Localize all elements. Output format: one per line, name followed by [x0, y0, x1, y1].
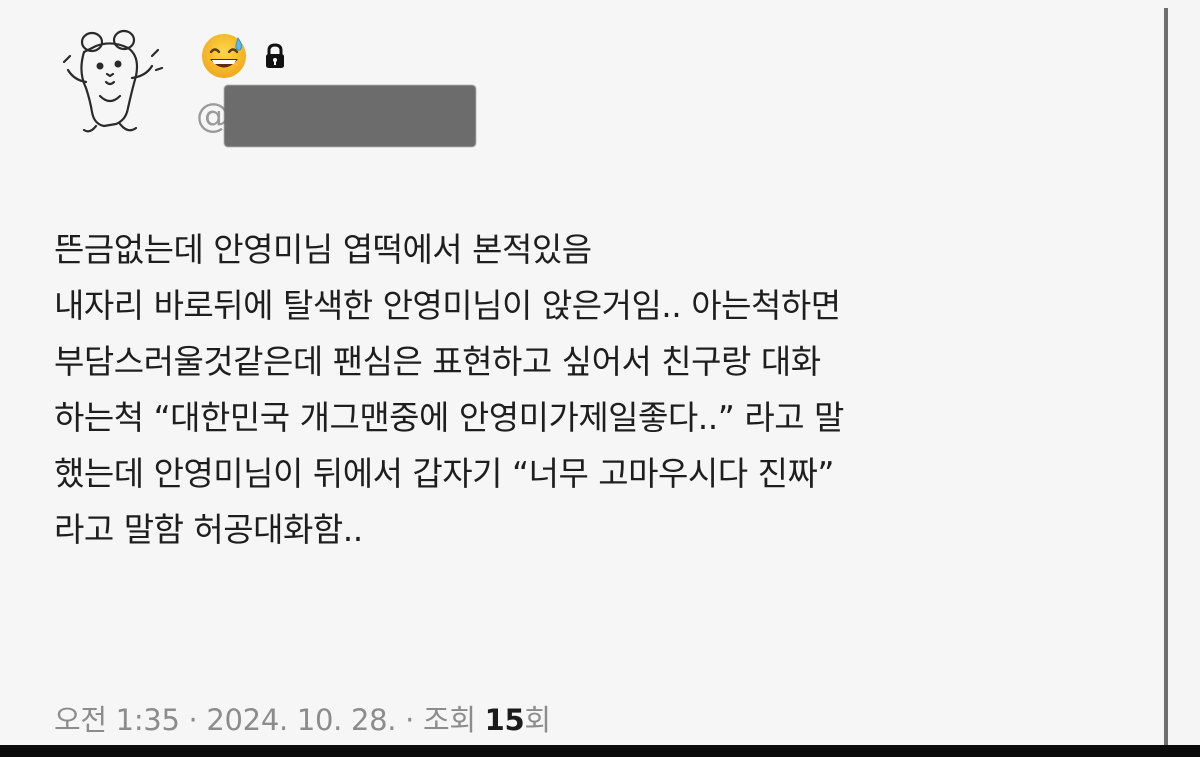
- grinning-sweat-emoji-icon: [202, 34, 246, 78]
- handle-redaction-block: [224, 85, 476, 147]
- post-line: 뜬금없는데 안영미님 엽떡에서 본적있음: [54, 230, 592, 269]
- bottom-edge-bar: [0, 745, 1200, 757]
- profile-handle-row: @: [196, 84, 476, 148]
- right-edge-border: [1164, 8, 1168, 748]
- post-meta: 오전 1:35 · 2024. 10. 28. · 조회 15회: [54, 697, 551, 739]
- post-line: 하는척 “대한민국 개그맨중에 안영미가제일좋다..” 라고 말: [54, 398, 844, 437]
- post-card: @ 뜬금없는데 안영미님 엽떡에서 본적있음 내자리 바로뒤에 탈색한 안영미님…: [0, 0, 1168, 745]
- profile-name-row: [200, 26, 286, 86]
- hamster-sketch-avatar-icon[interactable]: [56, 20, 166, 140]
- views-suffix: 회: [524, 703, 551, 737]
- post-line: 내자리 바로뒤에 탈색한 안영미님이 앉은거임.. 아는척하면: [54, 286, 841, 325]
- post-time: 오전 1:35: [54, 703, 180, 737]
- post-body: 뜬금없는데 안영미님 엽떡에서 본적있음 내자리 바로뒤에 탈색한 안영미님이 …: [54, 222, 1154, 558]
- views-label: 조회: [422, 703, 476, 737]
- post-date: 2024. 10. 28.: [206, 703, 397, 737]
- meta-separator: ·: [405, 703, 415, 737]
- meta-separator: ·: [188, 703, 198, 737]
- lock-icon: [266, 43, 284, 68]
- screenshot-frame: @ 뜬금없는데 안영미님 엽떡에서 본적있음 내자리 바로뒤에 탈색한 안영미님…: [0, 0, 1200, 757]
- views-count: 15: [484, 703, 525, 737]
- post-line: 라고 말함 허공대화함..: [54, 510, 363, 549]
- post-line: 했는데 안영미님이 뒤에서 갑자기 “너무 고마우시다 진짜”: [54, 454, 834, 493]
- post-line: 부담스러울것같은데 팬심은 표현하고 싶어서 친구랑 대화: [54, 342, 821, 381]
